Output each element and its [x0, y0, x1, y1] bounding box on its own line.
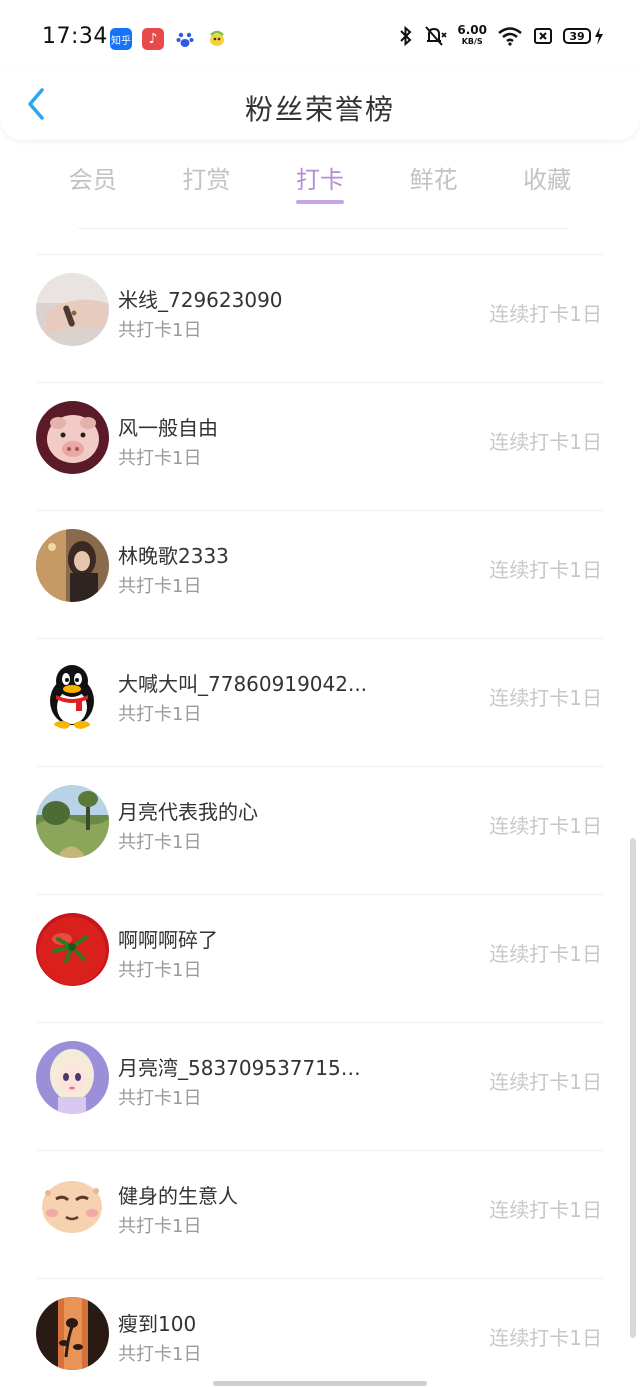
- net-speed-unit: KB/S: [461, 37, 483, 46]
- fan-row[interactable]: 健身的生意人 共打卡1日 连续打卡1日: [0, 1150, 640, 1278]
- fan-row[interactable]: 啊啊啊碎了 共打卡1日 连续打卡1日: [0, 894, 640, 1022]
- wifi-icon: [498, 27, 522, 46]
- bluetooth-icon: [400, 26, 412, 46]
- avatar[interactable]: [36, 1169, 109, 1242]
- tab-member[interactable]: 会员: [36, 152, 150, 212]
- status-bar: 17:34 知乎 ♪ 6.00 KB/S 39: [0, 0, 640, 76]
- fan-name: 大喊大叫_77860919042...: [118, 672, 368, 696]
- zhihu-icon-label: 知乎: [111, 35, 131, 47]
- fan-honor-page: 17:34 知乎 ♪ 6.00 KB/S 39 粉丝荣誉榜 会员 打赏 打卡 鲜…: [0, 0, 640, 1387]
- fan-total-checkins: 共打卡1日: [118, 320, 202, 341]
- fan-total-checkins: 共打卡1日: [118, 576, 202, 597]
- avatar[interactable]: [36, 401, 109, 474]
- music-icon: ♪: [142, 28, 164, 50]
- category-tabs: 会员 打赏 打卡 鲜花 收藏: [36, 152, 604, 212]
- tab-label: 打赏: [182, 166, 231, 194]
- mute-bell-icon: [425, 26, 447, 46]
- fan-name: 风一般自由: [118, 416, 218, 440]
- battery-indicator: 39: [563, 27, 604, 45]
- fan-name: 林晚歌2333: [118, 544, 229, 568]
- fan-row[interactable]: 米线_729623090 共打卡1日 连续打卡1日: [0, 254, 640, 382]
- charging-icon: [595, 27, 603, 45]
- fan-streak: 连续打卡1日: [489, 302, 602, 326]
- fan-row[interactable]: 大喊大叫_77860919042... 共打卡1日 连续打卡1日: [0, 638, 640, 766]
- tab-label: 收藏: [523, 166, 572, 194]
- tab-tip[interactable]: 打赏: [150, 152, 264, 212]
- fan-total-checkins: 共打卡1日: [118, 1216, 202, 1237]
- battery-level: 39: [563, 28, 591, 44]
- notification-icons: 知乎 ♪: [110, 28, 228, 50]
- fan-streak: 连续打卡1日: [489, 814, 602, 838]
- fan-name: 米线_729623090: [118, 288, 283, 312]
- zhihu-icon: 知乎: [110, 28, 132, 50]
- fan-total-checkins: 共打卡1日: [118, 1088, 202, 1109]
- fan-total-checkins: 共打卡1日: [118, 448, 202, 469]
- fan-streak: 连续打卡1日: [489, 1198, 602, 1222]
- fan-total-checkins: 共打卡1日: [118, 704, 202, 725]
- fan-total-checkins: 共打卡1日: [118, 1344, 202, 1365]
- tab-label: 鲜花: [409, 166, 458, 194]
- fan-total-checkins: 共打卡1日: [118, 960, 202, 981]
- avatar[interactable]: [36, 913, 109, 986]
- baidu-icon: [174, 28, 196, 50]
- tab-label: 打卡: [295, 166, 344, 194]
- fan-row[interactable]: 瘦到100 共打卡1日 连续打卡1日: [0, 1278, 640, 1387]
- fan-total-checkins: 共打卡1日: [118, 832, 202, 853]
- avatar[interactable]: [36, 1297, 109, 1370]
- fan-name: 瘦到100: [118, 1312, 197, 1336]
- fan-row[interactable]: 月亮湾_5837095377154... 共打卡1日 连续打卡1日: [0, 1022, 640, 1150]
- home-indicator[interactable]: [213, 1381, 427, 1386]
- music-icon-label: ♪: [148, 31, 158, 47]
- app-header: 粉丝荣誉榜: [0, 70, 640, 140]
- status-time: 17:34: [42, 24, 108, 49]
- fan-streak: 连续打卡1日: [489, 1070, 602, 1094]
- avatar[interactable]: [36, 273, 109, 346]
- fan-streak: 连续打卡1日: [489, 558, 602, 582]
- page-title: 粉丝荣誉榜: [244, 93, 395, 126]
- fan-row[interactable]: 林晚歌2333 共打卡1日 连续打卡1日: [0, 510, 640, 638]
- fan-streak: 连续打卡1日: [489, 942, 602, 966]
- fan-list: 米线_729623090 共打卡1日 连续打卡1日 风一般自由 共打卡1日 连续…: [0, 254, 640, 1387]
- tab-favorites[interactable]: 收藏: [490, 152, 604, 212]
- avatar[interactable]: [36, 1041, 109, 1114]
- system-status: 6.00 KB/S 39: [399, 23, 604, 47]
- bird-icon: [206, 28, 228, 50]
- net-speed: 6.00 KB/S: [457, 23, 487, 47]
- active-tab-indicator: [295, 200, 344, 204]
- fan-streak: 连续打卡1日: [489, 686, 602, 710]
- fan-name: 月亮代表我的心: [118, 800, 258, 824]
- tab-flowers[interactable]: 鲜花: [377, 152, 491, 212]
- fan-row[interactable]: 风一般自由 共打卡1日 连续打卡1日: [0, 382, 640, 510]
- fan-name: 啊啊啊碎了: [118, 928, 218, 952]
- net-speed-value: 6.00: [457, 23, 487, 37]
- fan-streak: 连续打卡1日: [489, 1326, 602, 1350]
- avatar[interactable]: [36, 785, 109, 858]
- sim-off-icon: [534, 28, 552, 44]
- avatar[interactable]: [36, 529, 109, 602]
- fan-row[interactable]: 月亮代表我的心 共打卡1日 连续打卡1日: [0, 766, 640, 894]
- avatar[interactable]: [36, 657, 109, 730]
- divider: [78, 228, 568, 229]
- scrollbar[interactable]: [630, 838, 636, 1338]
- fan-name: 月亮湾_5837095377154...: [118, 1056, 368, 1080]
- tab-checkin[interactable]: 打卡: [263, 152, 377, 212]
- fan-streak: 连续打卡1日: [489, 430, 602, 454]
- tab-label: 会员: [68, 166, 117, 194]
- fan-name: 健身的生意人: [118, 1184, 238, 1208]
